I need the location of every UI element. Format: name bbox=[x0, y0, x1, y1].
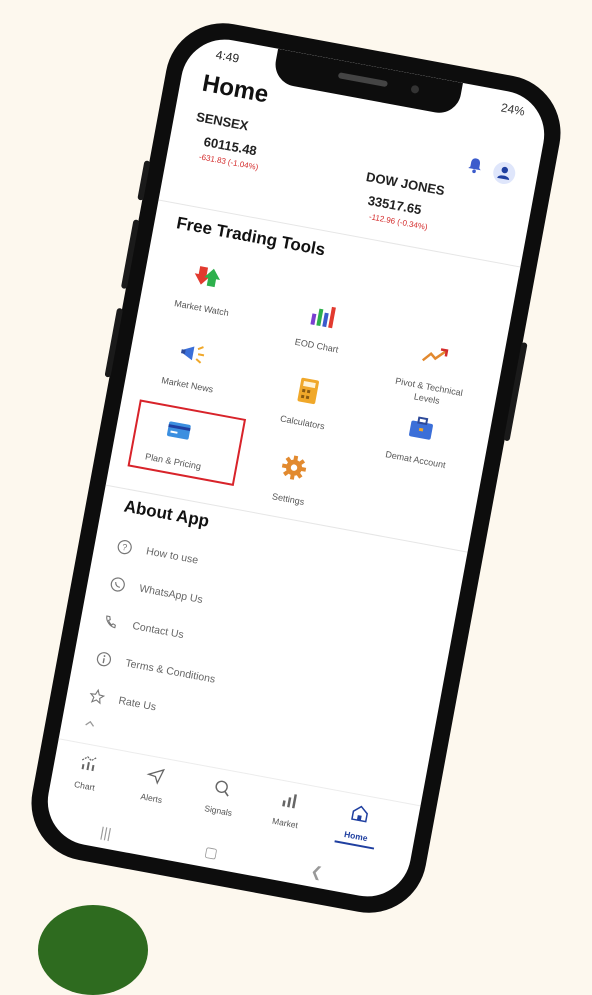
nav-alerts[interactable]: Alerts bbox=[123, 761, 185, 809]
bar-chart-icon bbox=[282, 794, 297, 809]
speaker bbox=[337, 72, 389, 88]
tool-label: Market Watch bbox=[173, 298, 230, 319]
side-button bbox=[120, 219, 140, 290]
home-icon bbox=[351, 805, 368, 823]
tool-label: Calculators bbox=[279, 413, 326, 432]
app-screen: 4:49 24% Home SENSEX 60115.48 -631.83 (-… bbox=[40, 32, 552, 904]
nav-label: Home bbox=[343, 829, 369, 844]
gear-icon bbox=[281, 455, 307, 480]
tool-settings[interactable]: Settings bbox=[240, 444, 344, 514]
nav-signals[interactable]: Signals bbox=[190, 773, 252, 821]
tool-market-news[interactable]: Market News bbox=[139, 330, 243, 400]
market-watch-icon bbox=[194, 266, 220, 288]
chevron-up-icon[interactable] bbox=[83, 719, 96, 729]
whatsapp-icon bbox=[110, 577, 125, 592]
camera bbox=[410, 84, 420, 95]
index-dow-jones[interactable]: DOW JONES 33517.65 -112.96 (-0.34%) bbox=[358, 169, 446, 234]
about-item-label: WhatsApp Us bbox=[138, 582, 204, 607]
status-time: 4:49 bbox=[214, 47, 241, 66]
megaphone-icon bbox=[181, 346, 205, 364]
nav-label: Chart bbox=[73, 778, 96, 793]
green-blob bbox=[38, 905, 148, 995]
side-button bbox=[503, 342, 528, 442]
phone-icon bbox=[106, 615, 116, 629]
notch bbox=[271, 48, 463, 117]
plan-pricing-highlight bbox=[127, 399, 247, 486]
status-battery: 24% bbox=[499, 100, 527, 119]
svg-text:?: ? bbox=[121, 542, 128, 553]
nav-market[interactable]: Market bbox=[257, 785, 319, 833]
user-icon bbox=[497, 166, 510, 181]
section-title-tools: Free Trading Tools bbox=[174, 213, 327, 260]
tool-demat-account[interactable]: Demat Account bbox=[367, 405, 471, 475]
tool-label: EOD Chart bbox=[294, 336, 340, 355]
info-icon bbox=[96, 652, 112, 667]
user-avatar[interactable] bbox=[491, 160, 518, 186]
about-item-label: Terms & Conditions bbox=[124, 657, 217, 686]
send-icon bbox=[146, 768, 165, 785]
calculator-icon bbox=[297, 377, 319, 405]
about-item-terms[interactable]: Terms & Conditions bbox=[95, 650, 217, 688]
eod-chart-icon bbox=[310, 306, 336, 329]
pivot-icon bbox=[421, 348, 449, 362]
search-icon bbox=[215, 780, 229, 797]
about-item-whatsapp[interactable]: WhatsApp Us bbox=[108, 575, 204, 608]
about-item-rate-us[interactable]: Rate Us bbox=[88, 687, 158, 715]
nav-label: Market bbox=[271, 815, 299, 831]
about-item-how-to-use[interactable]: ? How to use bbox=[115, 538, 199, 569]
side-button bbox=[104, 307, 124, 378]
bell-icon[interactable] bbox=[465, 155, 486, 176]
nav-chart[interactable]: Chart bbox=[56, 748, 118, 796]
chart-icon bbox=[81, 756, 98, 772]
about-item-label: Rate Us bbox=[117, 694, 158, 714]
briefcase-icon bbox=[409, 416, 433, 440]
side-button bbox=[137, 160, 151, 201]
nav-label: Signals bbox=[203, 803, 233, 819]
index-name: SENSEX bbox=[195, 109, 250, 134]
home-system-button[interactable]: ▢ bbox=[203, 843, 219, 862]
nav-label: Alerts bbox=[139, 791, 163, 806]
about-item-contact-us[interactable]: Contact Us bbox=[102, 613, 185, 644]
page-title: Home bbox=[200, 69, 271, 109]
tool-pivot-technical[interactable]: Pivot & Technical Levels bbox=[379, 332, 485, 413]
tool-label: Settings bbox=[271, 491, 306, 507]
star-icon bbox=[89, 688, 106, 705]
tool-label: Demat Account bbox=[384, 449, 447, 471]
about-item-label: Contact Us bbox=[131, 619, 185, 642]
tool-label: Market News bbox=[160, 375, 215, 395]
help-icon: ? bbox=[117, 540, 132, 555]
about-item-label: How to use bbox=[145, 545, 200, 567]
index-sensex[interactable]: SENSEX 60115.48 -631.83 (-1.04%) bbox=[188, 109, 266, 172]
tool-eod-chart[interactable]: EOD Chart bbox=[268, 291, 372, 361]
tool-calculators[interactable]: Calculators bbox=[254, 367, 358, 437]
back-button[interactable]: ❮ bbox=[309, 863, 323, 882]
recents-button[interactable]: ||| bbox=[99, 824, 113, 842]
phone-frame: 4:49 24% Home SENSEX 60115.48 -631.83 (-… bbox=[21, 13, 571, 923]
nav-home[interactable]: Home bbox=[327, 799, 390, 851]
tool-market-watch[interactable]: Market Watch bbox=[153, 253, 257, 323]
